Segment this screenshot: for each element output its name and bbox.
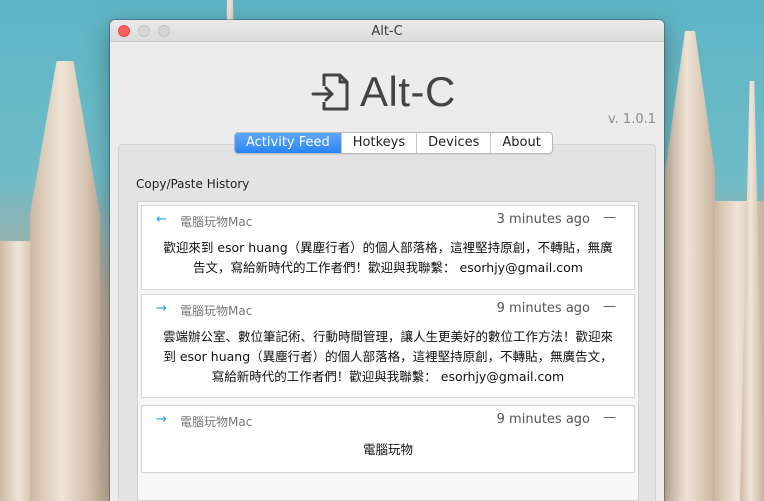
- zoom-window-button[interactable]: [158, 25, 170, 37]
- title-bar[interactable]: Alt-C: [110, 20, 664, 42]
- tab-activity-feed[interactable]: Activity Feed: [235, 133, 341, 153]
- clip-content[interactable]: 雲端辦公室、數位筆記術、行動時間管理，讓人生更美好的數位工作方法！歡迎來 到 e…: [142, 323, 634, 387]
- tab-about[interactable]: About: [490, 133, 551, 153]
- history-item[interactable]: ← 電腦玩物Mac 3 minutes ago — 歡迎來到 esor huan…: [141, 205, 635, 290]
- section-title: Copy/Paste History: [136, 177, 250, 191]
- timestamp: 9 minutes ago: [496, 412, 590, 427]
- clip-content[interactable]: 電腦玩物: [142, 434, 634, 460]
- app-header: Alt-C v. 1.0.1: [110, 42, 664, 142]
- tab-hotkeys[interactable]: Hotkeys: [340, 133, 416, 153]
- history-list[interactable]: ← 電腦玩物Mac 3 minutes ago — 歡迎來到 esor huan…: [137, 201, 639, 501]
- item-menu-button[interactable]: —: [603, 299, 616, 314]
- timestamp: 3 minutes ago: [496, 212, 590, 227]
- device-name: 電腦玩物Mac: [180, 415, 253, 429]
- timestamp: 9 minutes ago: [496, 301, 590, 316]
- arrow-left-icon: ←: [156, 212, 167, 227]
- app-logo: Alt-C: [310, 68, 456, 116]
- tab-devices[interactable]: Devices: [416, 133, 490, 153]
- activity-feed-panel: Copy/Paste History ← 電腦玩物Mac 3 minutes a…: [118, 144, 656, 501]
- version-label: v. 1.0.1: [607, 112, 656, 127]
- arrow-right-icon: →: [156, 412, 167, 427]
- item-menu-button[interactable]: —: [603, 410, 616, 425]
- app-window: Alt-C Alt-C v. 1.0.1 Activity Feed Hotke…: [110, 20, 664, 501]
- close-window-button[interactable]: [118, 25, 130, 37]
- window-title: Alt-C: [371, 24, 403, 39]
- device-name: 電腦玩物Mac: [180, 304, 253, 318]
- device-name: 電腦玩物Mac: [180, 215, 253, 229]
- app-name: Alt-C: [360, 68, 456, 115]
- history-item[interactable]: → 電腦玩物Mac 9 minutes ago — 電腦玩物: [141, 405, 635, 473]
- item-menu-button[interactable]: —: [603, 210, 616, 225]
- window-controls: [118, 25, 170, 37]
- arrow-right-icon: →: [156, 301, 167, 316]
- main-tabs: Activity Feed Hotkeys Devices About: [234, 132, 553, 154]
- paste-document-icon: [311, 73, 349, 111]
- minimize-window-button[interactable]: [138, 25, 150, 37]
- history-item[interactable]: → 電腦玩物Mac 9 minutes ago — 雲端辦公室、數位筆記術、行動…: [141, 294, 635, 398]
- clip-content[interactable]: 歡迎來到 esor huang（異塵行者）的個人部落格，這裡堅持原創，不轉貼，無…: [142, 234, 634, 278]
